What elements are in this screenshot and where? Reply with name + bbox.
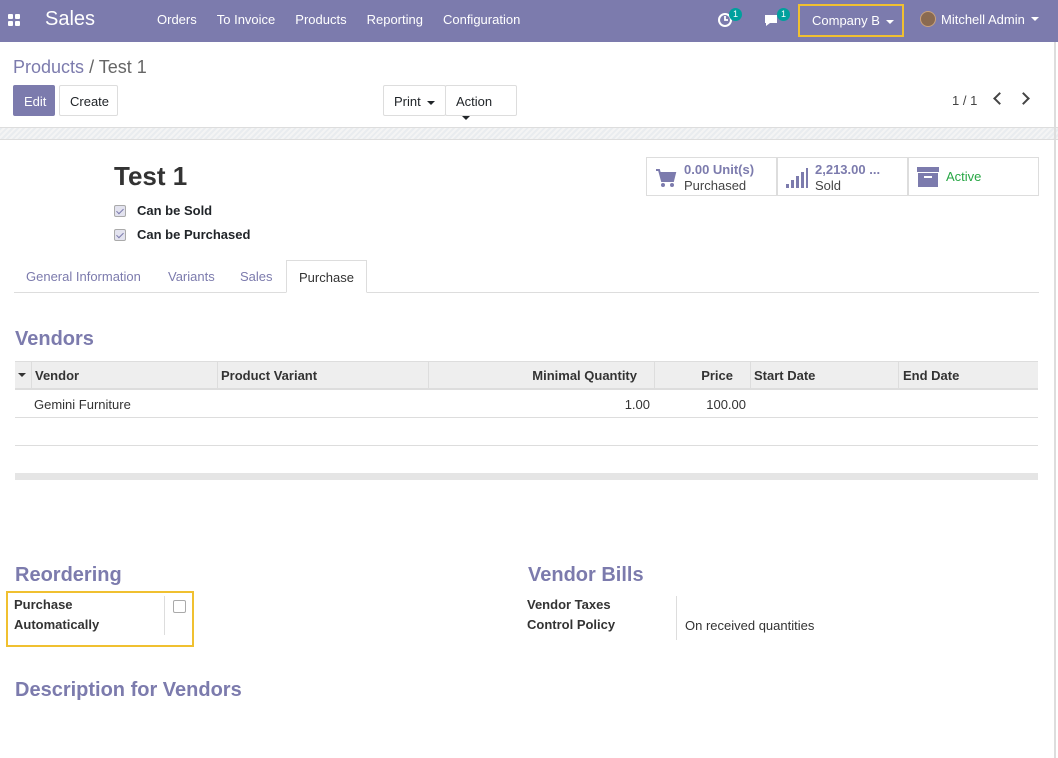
column-header-start-date[interactable]: Start Date	[754, 368, 815, 383]
print-label: Print	[394, 94, 421, 109]
avatar	[920, 11, 936, 27]
purchased-stat-button[interactable]: 0.00 Unit(s) Purchased	[646, 157, 777, 196]
main-menu: Orders To Invoice Products Reporting Con…	[157, 12, 520, 27]
breadcrumb: Products / Test 1	[13, 57, 147, 78]
pager-previous-icon[interactable]	[993, 92, 1006, 105]
column-header-end-date[interactable]: End Date	[903, 368, 959, 383]
page-scrollbar[interactable]	[1054, 42, 1056, 758]
sold-stat-button[interactable]: 2,213.00 ... Sold	[777, 157, 908, 196]
user-menu[interactable]: Mitchell Admin	[920, 11, 1039, 27]
tab-purchase[interactable]: Purchase	[286, 260, 367, 293]
caret-down-icon	[885, 19, 894, 24]
top-navbar: Sales Orders To Invoice Products Reporti…	[0, 0, 1058, 42]
active-toggle-button[interactable]: Active	[908, 157, 1039, 196]
price-cell: 100.00	[706, 397, 746, 412]
breadcrumb-separator: /	[89, 57, 99, 77]
vendors-section-title: Vendors	[15, 328, 94, 350]
create-button[interactable]: Create	[59, 85, 118, 116]
can-be-purchased-checkbox[interactable]	[114, 228, 126, 241]
purchased-value: 0.00 Unit(s)	[684, 162, 755, 177]
archive-box-icon	[917, 167, 939, 187]
reordering-section-title: Reordering	[15, 564, 122, 586]
control-panel: Products / Test 1 Edit Create Print Acti…	[0, 42, 1058, 128]
breadcrumb-current: Test 1	[98, 57, 147, 77]
company-name: Company B	[812, 13, 880, 28]
action-label: Action	[456, 94, 493, 109]
action-dropdown-button[interactable]: Action	[445, 85, 517, 120]
breadcrumb-products-link[interactable]: Products	[13, 57, 84, 77]
column-divider	[217, 362, 218, 389]
can-be-sold-checkbox[interactable]	[114, 204, 126, 217]
column-divider	[750, 362, 751, 389]
form-background	[0, 128, 1058, 140]
vendors-table-header: Vendor Product Variant Minimal Quantity …	[15, 361, 1038, 390]
active-label: Active	[946, 169, 982, 184]
form-sheet: Test 1 Can be Sold Can be Purchased 0.00…	[0, 141, 1058, 758]
vendors-table: Vendor Product Variant Minimal Quantity …	[15, 361, 1038, 480]
column-divider	[654, 362, 655, 389]
table-footer	[15, 473, 1038, 480]
purchase-automatically-checkbox[interactable]	[173, 600, 186, 613]
sort-caret-icon[interactable]	[18, 373, 26, 377]
company-switcher[interactable]: Company B	[798, 4, 904, 37]
column-header-price[interactable]: Price	[701, 368, 733, 383]
column-header-vendor[interactable]: Vendor	[35, 368, 79, 383]
menu-item-configuration[interactable]: Configuration	[443, 12, 520, 27]
column-divider	[898, 362, 899, 389]
empty-table-row	[15, 418, 1038, 446]
pager-next-icon[interactable]	[1017, 92, 1030, 105]
can-be-purchased-label: Can be Purchased	[137, 227, 251, 242]
apps-menu-icon[interactable]	[8, 14, 20, 26]
table-row[interactable]: Gemini Furniture 1.00 100.00	[15, 390, 1038, 418]
messages-count-badge: 1	[777, 8, 791, 21]
control-policy-value[interactable]: On received quantities	[685, 618, 814, 633]
purchase-automatically-label-line2: Automatically	[14, 617, 100, 632]
user-name: Mitchell Admin	[941, 11, 1025, 27]
purchase-automatically-label: Purchase Automatically	[14, 595, 99, 635]
caret-down-icon	[462, 115, 470, 120]
vendor-taxes-label: Vendor Taxes	[527, 597, 611, 612]
signal-bars-icon	[786, 168, 808, 188]
column-header-minimal-quantity[interactable]: Minimal Quantity	[532, 368, 637, 383]
menu-item-orders[interactable]: Orders	[157, 12, 197, 27]
tab-sales[interactable]: Sales	[228, 260, 285, 293]
form-tabs: General Information Variants Sales Purch…	[14, 260, 1039, 293]
column-header-product-variant[interactable]: Product Variant	[221, 368, 317, 383]
shopping-cart-icon	[656, 169, 677, 187]
caret-down-icon	[1030, 17, 1039, 21]
purchase-automatically-label-line1: Purchase	[14, 597, 73, 612]
product-name: Test 1	[114, 161, 188, 191]
tab-variants[interactable]: Variants	[156, 260, 227, 293]
menu-item-reporting[interactable]: Reporting	[367, 12, 423, 27]
tab-general-information[interactable]: General Information	[14, 260, 153, 293]
app-name[interactable]: Sales	[45, 8, 95, 31]
can-be-sold-field[interactable]: Can be Sold	[114, 203, 212, 218]
menu-item-to-invoice[interactable]: To Invoice	[217, 12, 276, 27]
vendor-cell: Gemini Furniture	[34, 397, 131, 412]
can-be-purchased-field[interactable]: Can be Purchased	[114, 227, 250, 242]
field-separator	[164, 596, 165, 635]
activity-count-badge: 1	[729, 8, 743, 21]
column-divider	[428, 362, 429, 389]
vendor-bills-section-title: Vendor Bills	[528, 564, 644, 586]
print-dropdown-button[interactable]: Print	[383, 85, 446, 116]
edit-button[interactable]: Edit	[13, 85, 55, 116]
caret-down-icon	[426, 100, 435, 105]
pager-value[interactable]: 1 / 1	[952, 93, 977, 108]
menu-item-products[interactable]: Products	[295, 12, 346, 27]
description-for-vendors-title: Description for Vendors	[15, 679, 242, 701]
purchased-label: Purchased	[684, 178, 747, 193]
sold-value: 2,213.00 ...	[815, 162, 881, 177]
min-qty-cell: 1.00	[624, 397, 650, 412]
column-divider	[31, 362, 32, 389]
control-policy-label: Control Policy	[527, 617, 616, 632]
sold-label: Sold	[815, 178, 842, 193]
field-separator	[676, 596, 677, 640]
can-be-sold-label: Can be Sold	[137, 203, 213, 218]
